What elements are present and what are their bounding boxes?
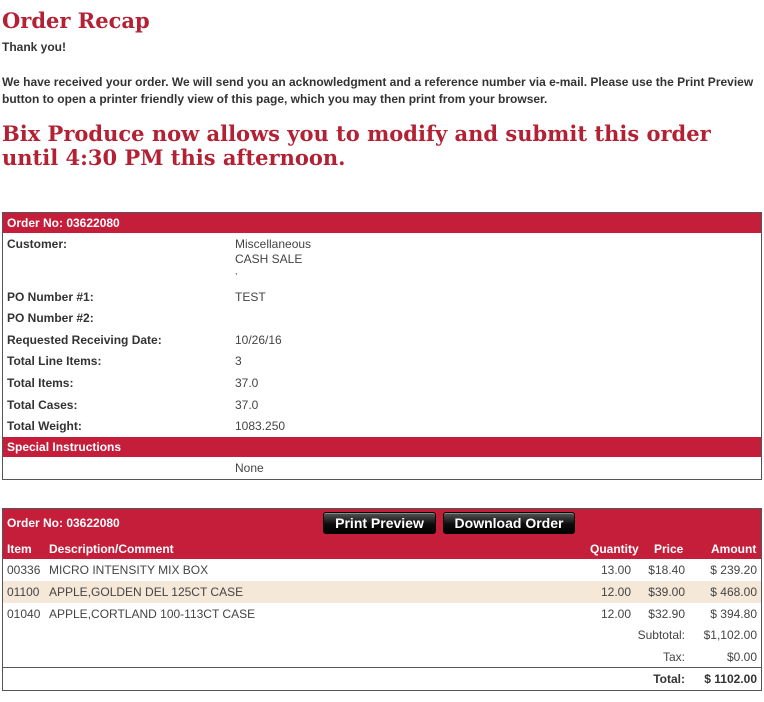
item-code: 01040 bbox=[7, 607, 41, 621]
table-row: 01040 APPLE,CORTLAND 100-113CT CASE 12.0… bbox=[3, 603, 761, 625]
customer-label: Customer: bbox=[7, 237, 68, 251]
order-lines-header: Order No: 03622080 Print Preview Downloa… bbox=[3, 509, 761, 559]
item-quantity: 12.00 bbox=[600, 607, 631, 621]
subtotal-label: Subtotal: bbox=[637, 628, 685, 642]
order-number-label: Order No: 03622080 bbox=[7, 216, 120, 230]
total-divider bbox=[3, 667, 761, 668]
po-number-1-label: PO Number #1: bbox=[7, 290, 94, 304]
customer-name: Miscellaneous bbox=[235, 237, 312, 251]
order-lines-number-label: Order No: 03622080 bbox=[7, 516, 120, 530]
receiving-date-value: 10/26/16 bbox=[235, 333, 282, 347]
item-price: $32.90 bbox=[648, 607, 685, 621]
order-lines-panel: Order No: 03622080 Print Preview Downloa… bbox=[2, 508, 762, 691]
intro-text: We have received your order. We will sen… bbox=[2, 75, 754, 106]
total-value: $ 1102.00 bbox=[704, 672, 757, 686]
thank-you-text: Thank you! bbox=[2, 40, 67, 54]
column-header-item: Item bbox=[7, 542, 32, 556]
total-items-value: 37.0 bbox=[235, 376, 259, 390]
item-code: 00336 bbox=[7, 563, 41, 577]
modify-order-notice: Bix Produce now allows you to modify and… bbox=[2, 121, 711, 170]
total-label: Total: bbox=[653, 672, 685, 686]
print-preview-button[interactable]: Print Preview bbox=[323, 512, 436, 534]
total-cases-label: Total Cases: bbox=[7, 398, 78, 412]
tax-label: Tax: bbox=[662, 650, 685, 664]
item-quantity: 13.00 bbox=[600, 563, 631, 577]
order-details-panel: Order No: 03622080 Customer: Miscellaneo… bbox=[2, 212, 762, 480]
po-number-1-value: TEST bbox=[235, 290, 266, 304]
item-description: MICRO INTENSITY MIX BOX bbox=[49, 563, 209, 577]
item-quantity: 12.00 bbox=[600, 585, 631, 599]
customer-type: CASH SALE bbox=[235, 252, 303, 266]
page-title: Order Recap bbox=[2, 8, 150, 33]
special-instructions-value: None bbox=[235, 461, 264, 475]
total-line-items-value: 3 bbox=[235, 354, 242, 368]
item-code: 01100 bbox=[7, 585, 40, 599]
po-number-2-label: PO Number #2: bbox=[7, 311, 94, 325]
total-items-label: Total Items: bbox=[7, 376, 74, 390]
item-description: APPLE,GOLDEN DEL 125CT CASE bbox=[49, 585, 244, 599]
total-weight-label: Total Weight: bbox=[7, 419, 82, 433]
total-cases-value: 37.0 bbox=[235, 398, 259, 412]
item-description: APPLE,CORTLAND 100-113CT CASE bbox=[49, 607, 256, 621]
order-details-header: Order No: 03622080 bbox=[3, 213, 761, 233]
download-order-button[interactable]: Download Order bbox=[443, 512, 575, 534]
item-amount: $ 468.00 bbox=[710, 585, 757, 599]
table-row: 01100 APPLE,GOLDEN DEL 125CT CASE 12.00 … bbox=[3, 581, 761, 603]
receiving-date-label: Requested Receiving Date: bbox=[7, 333, 162, 347]
tax-value: $0.00 bbox=[726, 650, 757, 664]
special-instructions-header: Special Instructions bbox=[3, 437, 761, 457]
table-row: 00336 MICRO INTENSITY MIX BOX 13.00 $18.… bbox=[3, 559, 761, 581]
item-price: $39.00 bbox=[648, 585, 685, 599]
total-weight-value: 1083.250 bbox=[235, 419, 286, 433]
column-header-price: Price bbox=[654, 542, 684, 556]
subtotal-value: $1,102.00 bbox=[703, 628, 757, 642]
item-price: $18.40 bbox=[648, 563, 685, 577]
column-header-quantity: Quantity bbox=[590, 542, 639, 556]
item-amount: $ 394.80 bbox=[710, 607, 757, 621]
item-amount: $ 239.20 bbox=[710, 563, 757, 577]
special-instructions-label: Special Instructions bbox=[7, 440, 122, 454]
column-header-description: Description/Comment bbox=[49, 542, 174, 556]
customer-address: , bbox=[235, 266, 238, 276]
column-header-amount: Amount bbox=[711, 542, 757, 556]
total-line-items-label: Total Line Items: bbox=[7, 354, 102, 368]
